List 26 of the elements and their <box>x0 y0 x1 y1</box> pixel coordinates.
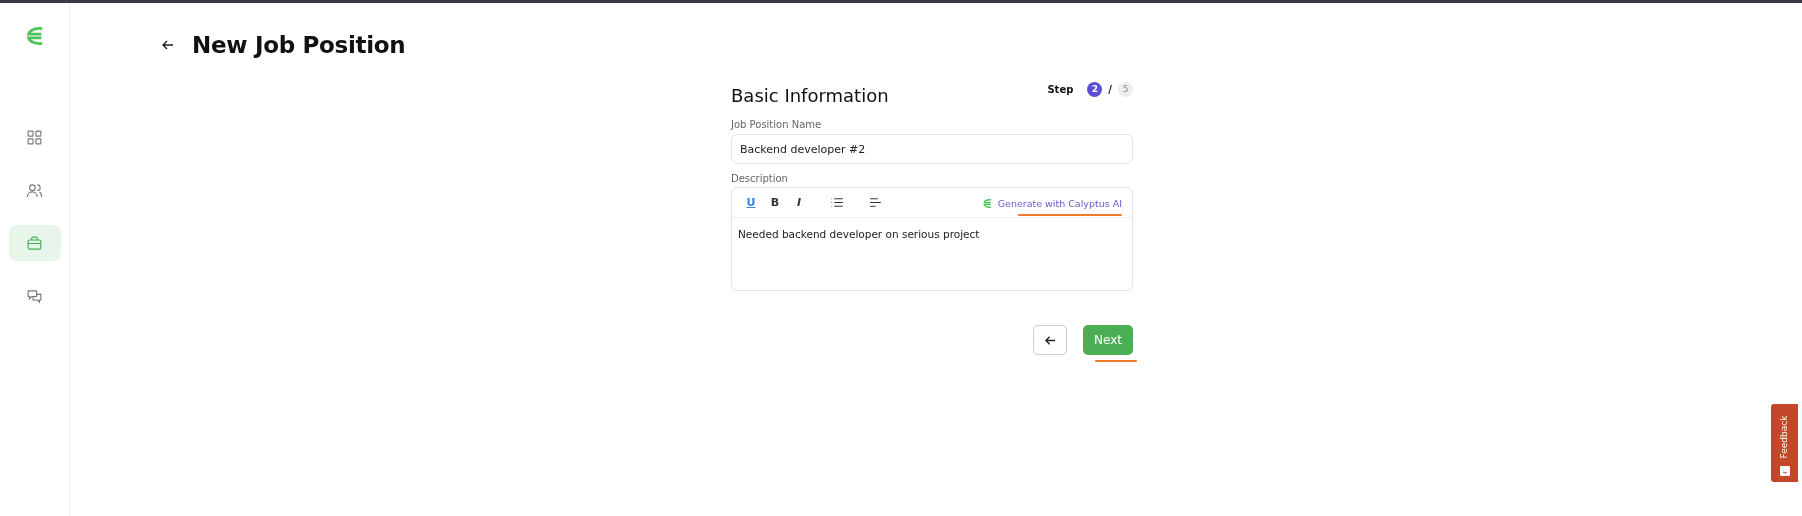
field-label: Job Position Name <box>731 119 823 130</box>
step-label: Step <box>1047 83 1074 95</box>
align-left-icon <box>868 196 882 209</box>
chat-bubbles-icon <box>26 287 43 305</box>
underline-button[interactable]: U <box>742 193 760 212</box>
section-title: Basic Information <box>731 84 889 106</box>
back-arrow-icon <box>1044 334 1056 346</box>
current-step-badge: 2 <box>1087 81 1103 97</box>
description-editor[interactable]: U B I Generate with Calyptus AI Needed backend developer on serious project <box>731 187 1133 291</box>
previous-button[interactable] <box>1033 325 1067 355</box>
briefcase-icon <box>26 234 43 252</box>
italic-button[interactable]: I <box>790 193 808 212</box>
feedback-tab[interactable]: Feedback <box>1771 404 1798 482</box>
bold-button[interactable]: B <box>766 193 784 212</box>
smiley-box-icon <box>1779 466 1790 476</box>
highlight-underline <box>1095 360 1137 362</box>
back-arrow-icon <box>162 39 174 51</box>
step-separator: / <box>1108 83 1112 95</box>
dashboard-icon <box>26 128 43 146</box>
field-label: Description <box>731 173 789 184</box>
page-title: New Job Position <box>192 32 406 58</box>
total-steps-badge: 5 <box>1118 81 1133 97</box>
description-text: Needed backend developer on serious project <box>737 227 981 242</box>
input-field[interactable]: Backend developer #2 <box>731 134 1133 164</box>
people-icon <box>26 181 43 199</box>
logo-icon <box>981 197 993 209</box>
